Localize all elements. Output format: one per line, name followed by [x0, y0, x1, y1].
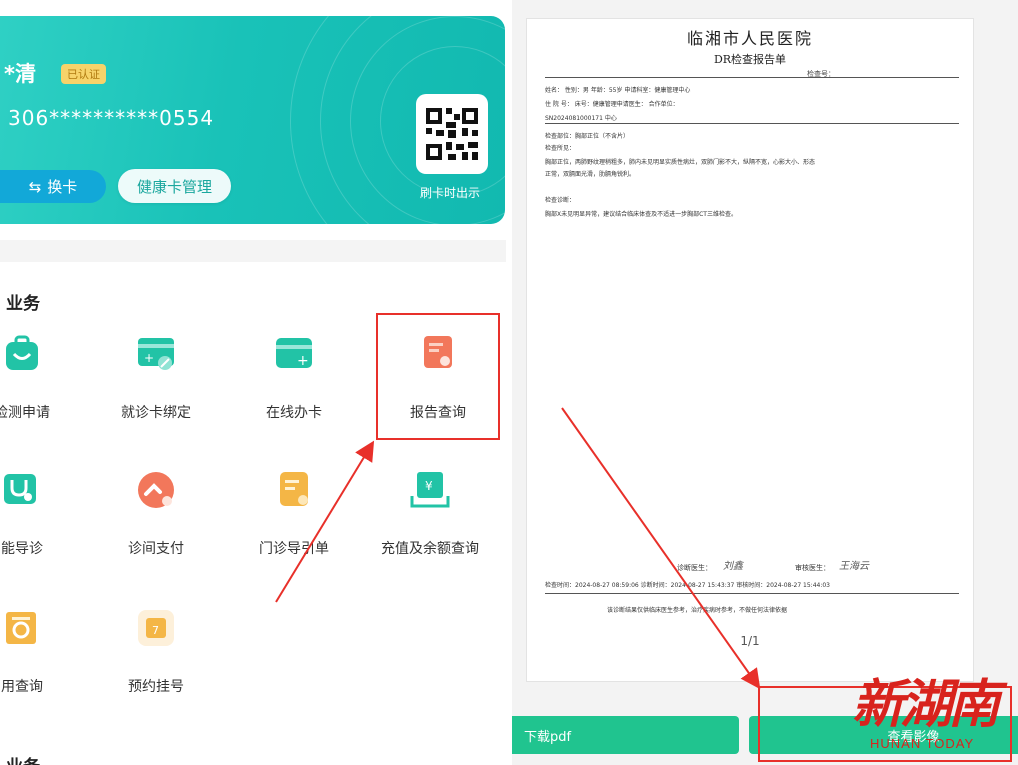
manage-card-button[interactable]: 健康卡管理 — [118, 169, 231, 203]
report-line: 姓名： 性别：男 年龄：55岁 申请科室：健康管理中心 — [545, 87, 691, 94]
service-appointment[interactable]: 7 预约挂号 — [96, 608, 216, 696]
service-label: 门诊导引单 — [259, 541, 329, 557]
stethoscope-icon — [2, 470, 42, 510]
report-line: 胸部正位，两肺野纹理稍粗多，肺内未见明显实质性病灶，双肺门影不大，纵隔不宽，心影… — [545, 159, 816, 166]
service-label: 就诊卡绑定 — [121, 405, 191, 421]
yuan-card-icon: ¥ — [410, 470, 450, 510]
page-indicator: 1/1 — [740, 634, 760, 648]
service-test-application[interactable]: 检测申请 — [0, 334, 82, 422]
divider — [545, 123, 959, 124]
switch-card-button[interactable]: ⇆ 换卡 — [0, 170, 106, 203]
switch-card-label: 换卡 — [47, 178, 78, 196]
report-document: 临湘市人民医院 DR检查报告单 检查号： 姓名： 性别：男 年龄：55岁 申请科… — [526, 18, 974, 682]
report-line: 住 院 号： 床号：健康管理申请医生： 合作单位： — [545, 101, 679, 108]
service-label: 用查询 — [1, 679, 43, 695]
payment-icon — [136, 470, 176, 510]
qr-caption: 刷卡时出示 — [420, 186, 481, 200]
report-timestamps: 检查时间：2024-08-27 08:59:06 诊断时间：2024-08-27… — [545, 582, 830, 589]
report-line: 检查部位：胸部正位（不含片） — [545, 133, 630, 140]
report-line: 检查诊断： — [545, 197, 576, 204]
service-fee-query[interactable]: 用查询 — [0, 608, 82, 696]
service-label: 预约挂号 — [128, 679, 184, 695]
reviewer-label: 审核医生： — [795, 564, 830, 572]
health-card: *清 已认证 306**********0554 ⇆ 换卡 健康卡管理 刷卡时出… — [0, 16, 505, 224]
svg-text:+: + — [144, 351, 154, 365]
service-label: 在线办卡 — [266, 405, 322, 421]
fee-search-icon — [2, 608, 42, 648]
service-smart-guide[interactable]: 能导诊 — [0, 470, 82, 558]
svg-text:+: + — [297, 353, 309, 369]
download-pdf-button[interactable]: 下载pdf — [512, 716, 739, 754]
report-line: 检查所见： — [545, 145, 576, 152]
reviewer-signature: 王海云 — [839, 561, 869, 572]
health-app-panel: *清 已认证 306**********0554 ⇆ 换卡 健康卡管理 刷卡时出… — [0, 0, 512, 765]
section-title-services-2: 业务 — [6, 752, 40, 765]
hospital-name: 临湘市人民医院 — [686, 29, 813, 48]
doctor-signature: 刘鑫 — [723, 561, 743, 572]
card-add-icon: + — [274, 334, 314, 374]
report-line: 胸部X未见明显异常，建议结合临床体查及不适进一步胸部CT三维检查。 — [545, 211, 737, 218]
divider — [545, 77, 959, 78]
svg-text:¥: ¥ — [425, 479, 433, 493]
divider — [545, 593, 959, 594]
guide-sheet-icon — [274, 470, 314, 510]
verified-badge: 已认证 — [61, 64, 106, 84]
svg-text:7: 7 — [152, 624, 159, 637]
service-card-binding[interactable]: + 就诊卡绑定 — [96, 334, 216, 422]
service-label: 检测申请 — [0, 405, 50, 421]
qr-code-button[interactable] — [416, 94, 488, 174]
report-line: SN2024081000171 中心 — [545, 115, 617, 122]
service-clinic-payment[interactable]: 诊间支付 — [96, 470, 216, 558]
screenshot-root: *清 已认证 306**********0554 ⇆ 换卡 健康卡管理 刷卡时出… — [0, 0, 1018, 765]
section-title-services: 业务 — [6, 294, 40, 314]
report-preview-panel: 临湘市人民医院 DR检查报告单 检查号： 姓名： 性别：男 年龄：55岁 申请科… — [512, 0, 1018, 765]
card-number: 306**********0554 — [8, 106, 215, 130]
service-outpatient-guide[interactable]: 门诊导引单 — [234, 470, 354, 558]
divider-strip — [0, 240, 506, 262]
swap-arrows-icon: ⇆ — [28, 177, 42, 196]
bag-icon — [2, 334, 42, 374]
card-link-icon: + — [136, 334, 176, 374]
service-recharge-balance[interactable]: ¥ 充值及余额查询 — [370, 470, 490, 558]
calendar-icon: 7 — [136, 608, 176, 648]
report-line: 正常，双膈面光滑，肋膈角锐利。 — [545, 171, 636, 178]
card-holder-name: *清 — [4, 62, 36, 86]
service-label: 充值及余额查询 — [381, 541, 479, 557]
report-disclaimer: 该诊断结果仅供临床医生参考，治疗疾病时参考，不做任何法律依据 — [607, 607, 788, 614]
highlight-box-report — [376, 313, 500, 440]
highlight-box-view-images — [758, 686, 1012, 762]
report-title: DR检查报告单 — [713, 53, 787, 66]
service-label: 诊间支付 — [128, 541, 184, 557]
qr-code-icon — [424, 106, 480, 162]
service-online-card[interactable]: + 在线办卡 — [234, 334, 354, 422]
service-label: 能导诊 — [1, 541, 43, 557]
doctor-label: 诊断医生： — [677, 564, 712, 572]
